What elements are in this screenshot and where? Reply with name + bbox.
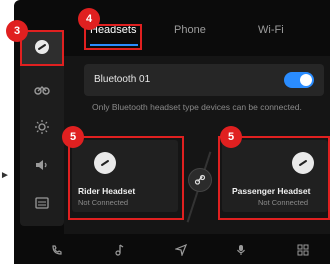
- microphone-icon[interactable]: [230, 239, 252, 261]
- annotation-badge-4: 4: [78, 8, 100, 30]
- bluetooth-row[interactable]: Bluetooth 01: [84, 64, 324, 96]
- pointer-arrow-icon: ►: [0, 170, 10, 181]
- tab-wifi[interactable]: Wi-Fi: [258, 24, 284, 36]
- bluetooth-toggle[interactable]: [284, 72, 314, 88]
- bluetooth-hint: Only Bluetooth headset type devices can …: [92, 102, 302, 112]
- annotation-badge-5-rider: 5: [62, 126, 84, 148]
- link-button[interactable]: [188, 168, 212, 192]
- speaker-icon: [36, 160, 47, 170]
- motorcycle-icon: [34, 86, 50, 95]
- annotation-box-passenger: [218, 136, 330, 220]
- sun-icon: [35, 120, 49, 134]
- screen-icon: [35, 197, 49, 209]
- annotation-badge-5-passenger: 5: [220, 126, 242, 148]
- side-item-brightness[interactable]: [20, 110, 64, 144]
- annotation-box-rider: [68, 136, 184, 220]
- bluetooth-label: Bluetooth 01: [94, 74, 151, 85]
- navigation-icon[interactable]: [170, 239, 192, 261]
- side-item-display[interactable]: [20, 186, 64, 220]
- music-icon[interactable]: [108, 239, 130, 261]
- phone-icon[interactable]: [46, 239, 68, 261]
- annotation-badge-3: 3: [6, 20, 28, 42]
- toggle-knob: [300, 74, 312, 86]
- apps-grid-icon[interactable]: [292, 239, 314, 261]
- link-icon: [194, 174, 206, 185]
- tab-phone[interactable]: Phone: [174, 24, 206, 36]
- side-item-volume[interactable]: [20, 148, 64, 182]
- side-item-vehicle[interactable]: [20, 72, 64, 106]
